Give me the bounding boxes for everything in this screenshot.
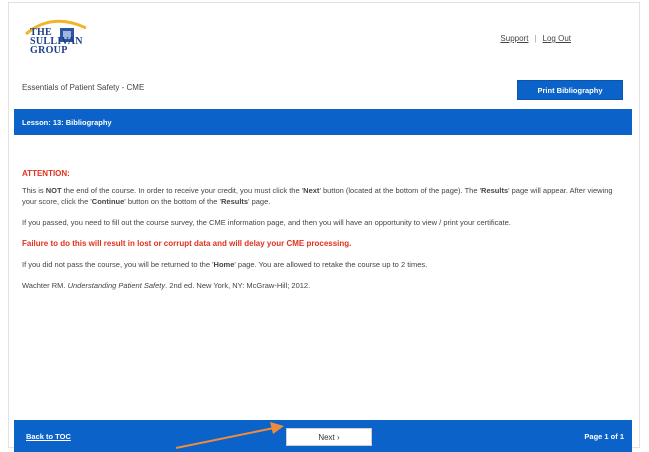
- print-bibliography-button[interactable]: Print Bibliography: [517, 80, 623, 100]
- course-title: Essentials of Patient Safety - CME: [22, 83, 145, 92]
- support-link[interactable]: Support: [500, 34, 528, 43]
- link-separator: |: [534, 34, 537, 43]
- attention-heading: ATTENTION:: [22, 169, 70, 178]
- page-indicator: Page 1 of 1: [584, 432, 624, 441]
- back-to-toc-link[interactable]: Back to TOC: [26, 432, 71, 441]
- lesson-content: ATTENTION: This is NOT the end of the co…: [22, 168, 622, 301]
- sullivan-group-logo: THE SULLIVAN GROUP: [22, 18, 102, 64]
- top-links: Support | Log Out: [500, 34, 571, 43]
- lesson-title: Lesson: 13: Bibliography: [22, 117, 112, 127]
- logout-link[interactable]: Log Out: [543, 34, 571, 43]
- bibliography-citation: Wachter RM. Understanding Patient Safety…: [22, 281, 311, 290]
- instructions-paragraph: This is NOT the end of the course. In or…: [22, 186, 613, 206]
- logo-line-3: GROUP: [30, 45, 68, 56]
- lesson-title-bar: Lesson: 13: Bibliography: [14, 109, 632, 135]
- next-button[interactable]: Next ›: [286, 428, 372, 446]
- retake-paragraph: If you did not pass the course, you will…: [22, 260, 428, 269]
- footer-nav-bar: Back to TOC Next › Page 1 of 1: [14, 420, 632, 452]
- survey-paragraph: If you passed, you need to fill out the …: [22, 218, 511, 227]
- data-loss-warning: Failure to do this will result in lost o…: [22, 239, 352, 248]
- annotation-arrow-icon: [175, 422, 284, 449]
